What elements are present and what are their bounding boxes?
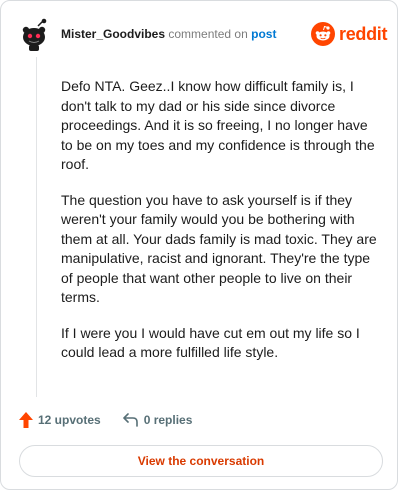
username-link[interactable]: Mister_Goodvibes	[61, 27, 165, 41]
comment-paragraph: The question you have to ask yourself is…	[61, 191, 377, 306]
reply-arrow-icon	[122, 413, 138, 427]
comment-paragraph: If I were you I would have cut em out my…	[61, 324, 360, 361]
reddit-wordmark: reddit	[339, 23, 388, 44]
view-conversation-button[interactable]: View the conversation	[19, 445, 383, 477]
comment-body: Defo NTA. Geez..I know how difficult fam…	[61, 77, 383, 379]
comment-embed-card: Mister_Goodvibes commented on post reddi…	[0, 0, 398, 490]
user-avatar[interactable]	[17, 18, 51, 52]
upvotes-stat[interactable]: 12 upvotes	[19, 412, 101, 428]
thread-line	[36, 57, 37, 397]
comment-paragraph: Defo NTA. Geez..I know how difficult fam…	[61, 78, 375, 172]
snoo-avatar-icon	[22, 18, 47, 51]
replies-count: 0 replies	[143, 413, 193, 427]
reddit-alien-icon	[311, 22, 335, 46]
post-link[interactable]: post	[251, 27, 276, 41]
replies-stat[interactable]: 0 replies	[122, 413, 193, 427]
upvote-arrow-icon	[19, 412, 33, 428]
comment-footer: 12 upvotes 0 replies	[19, 409, 214, 431]
commented-on-text: commented on	[168, 27, 248, 41]
reddit-logo[interactable]: reddit	[311, 21, 388, 47]
upvotes-count: 12 upvotes	[38, 413, 101, 427]
comment-header: Mister_Goodvibes commented on post	[61, 27, 307, 41]
